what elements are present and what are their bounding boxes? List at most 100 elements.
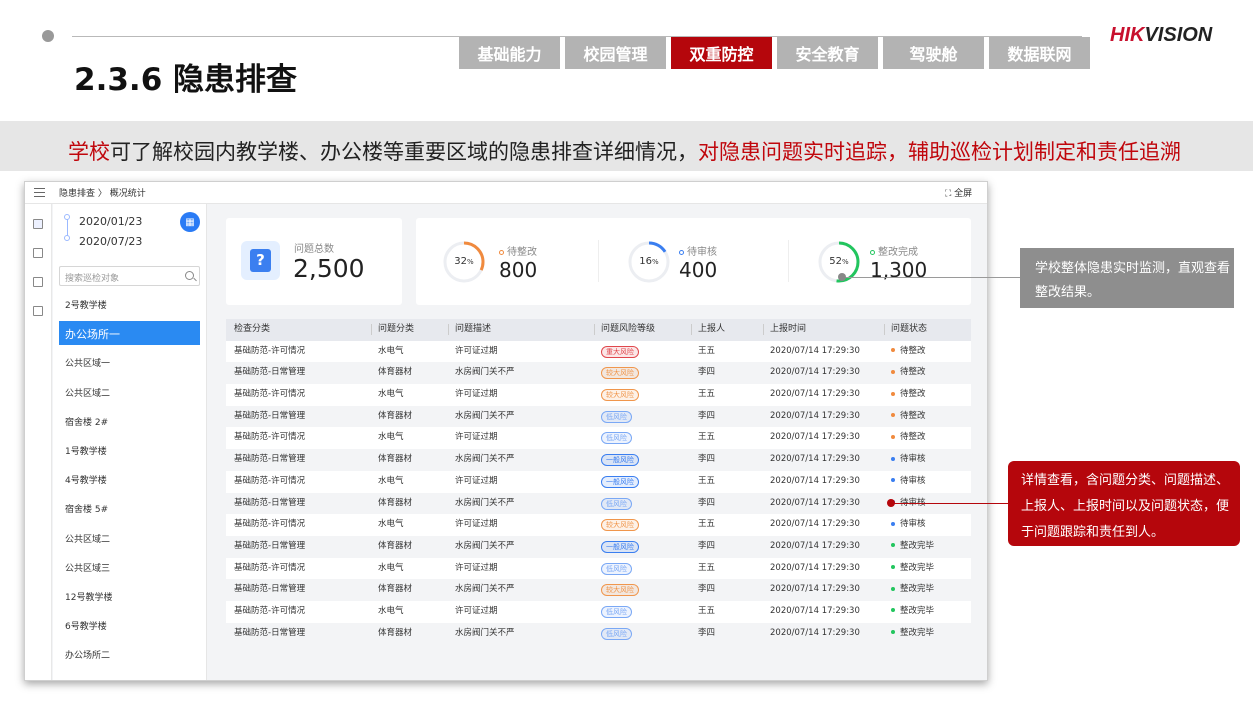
calendar-button[interactable]: ▦ bbox=[180, 212, 200, 232]
table-cell: 2020/07/14 17:29:30 bbox=[770, 454, 860, 465]
table-cell: 水房阀门关不严 bbox=[455, 497, 515, 508]
table-cell: 李四 bbox=[698, 627, 716, 638]
table-cell: 2020/07/14 17:29:30 bbox=[770, 540, 860, 551]
table-cell: 基础防范-许可情况 bbox=[234, 345, 306, 356]
table-row[interactable]: 基础防范-日常管理 体育器材 水房阀门关不严 较大风险 李四 2020/07/14 17:… bbox=[226, 579, 971, 601]
column-header[interactable]: 问题状态 bbox=[891, 319, 927, 341]
risk-badge: 较大风险 bbox=[601, 584, 639, 597]
column-header[interactable]: 问题描述 bbox=[455, 319, 491, 341]
table-cell: 水电气 bbox=[378, 475, 404, 486]
status-dot-icon bbox=[891, 586, 895, 591]
table-row[interactable]: 基础防范-日常管理 体育器材 水房阀门关不严 低风险 李四 2020/07/14 17:2… bbox=[226, 622, 971, 645]
risk-badge: 低风险 bbox=[601, 432, 632, 445]
sidebar-item[interactable]: 公共区域二 bbox=[59, 526, 200, 550]
callout-detail: 详情查看，含问题分类、问题描述、上报人、上报时间以及问题状态，便于问题跟踪和责任… bbox=[1008, 461, 1240, 546]
table-row[interactable]: 基础防范-许可情况 水电气 许可证过期 较大风险 王五 2020/07/14 17:29:… bbox=[226, 514, 971, 536]
table-row[interactable]: 基础防范-许可情况 水电气 许可证过期 一般风险 王五 2020/07/14 17:29:… bbox=[226, 470, 971, 493]
nav-tab[interactable]: 基础能力 bbox=[459, 37, 560, 69]
status-cell: 待整改 bbox=[891, 427, 926, 449]
banner-body: 可了解校园内教学楼、办公楼等重要区域的隐患排查详细情况， bbox=[110, 140, 698, 164]
sidebar-item[interactable]: 6号教学楼 bbox=[59, 613, 200, 637]
table-row[interactable]: 基础防范-日常管理 体育器材 水房阀门关不严 一般风险 李四 2020/07/14 17:… bbox=[226, 535, 971, 558]
risk-badge: 低风险 bbox=[601, 410, 632, 423]
banner-text: 学校可了解校园内教学楼、办公楼等重要区域的隐患排查详细情况，对隐患问题实时追踪，… bbox=[68, 136, 1181, 166]
table-row[interactable]: 基础防范-日常管理 体育器材 水房阀门关不严 较大风险 李四 2020/07/14 17:… bbox=[226, 362, 971, 385]
risk-badge: 较大风险 bbox=[601, 367, 639, 380]
date-end: 2020/07/23 bbox=[79, 235, 143, 248]
sidebar-item[interactable]: 12号教学楼 bbox=[59, 584, 200, 608]
table-cell: 2020/07/14 17:29:30 bbox=[770, 389, 860, 400]
divider bbox=[788, 240, 789, 282]
grid-icon[interactable] bbox=[33, 277, 43, 287]
table-cell: 许可证过期 bbox=[455, 562, 498, 573]
ring-percent: 16% bbox=[639, 256, 659, 267]
sidebar-item[interactable]: 公共区域三 bbox=[59, 555, 200, 579]
table-cell: 2020/07/14 17:29:30 bbox=[770, 475, 860, 486]
sidebar-item[interactable]: 宿舍楼 5# bbox=[59, 496, 200, 520]
table-cell: 水电气 bbox=[378, 519, 404, 530]
column-header[interactable]: 检查分类 bbox=[234, 319, 270, 341]
sidebar-item[interactable]: 2号教学楼 bbox=[59, 292, 200, 316]
risk-badge: 低风险 bbox=[601, 497, 632, 510]
grid-icon[interactable] bbox=[33, 219, 43, 229]
nav-tab[interactable]: 双重防控 bbox=[671, 37, 772, 69]
search-input[interactable]: 搜索巡检对象 bbox=[59, 266, 200, 286]
table-row[interactable]: 基础防范-许可情况 水电气 许可证过期 低风险 王五 2020/07/14 17:29:3… bbox=[226, 427, 971, 450]
table-row[interactable]: 基础防范-许可情况 水电气 许可证过期 较大风险 王五 2020/07/14 17:29:… bbox=[226, 384, 971, 406]
slide: 2.3.6 隐患排查 基础能力 校园管理 双重防控 安全教育 驾驶舱 数据联网 HIKVI… bbox=[0, 0, 1253, 703]
column-header[interactable]: 问题风险等级 bbox=[601, 319, 655, 341]
sidebar-item[interactable]: 1号教学楼 bbox=[59, 438, 200, 462]
sidebar-item[interactable]: 公共区域一 bbox=[59, 350, 200, 374]
table-header: 检查分类 问题分类 问题描述 问题风险等级 上报人 上报时间 问题状态 bbox=[226, 319, 971, 341]
nav-tab[interactable]: 安全教育 bbox=[777, 37, 878, 69]
sidebar-item[interactable]: 办公场所一 bbox=[59, 321, 200, 346]
table-row[interactable]: 基础防范-日常管理 体育器材 水房阀门关不严 低风险 李四 2020/07/14 17:2… bbox=[226, 492, 971, 515]
table-cell: 水房阀门关不严 bbox=[455, 410, 515, 421]
fullscreen-button[interactable]: ⛶ 全屏 bbox=[945, 186, 972, 199]
table-row[interactable]: 基础防范-许可情况 水电气 许可证过期 重大风险 王五 2020/07/14 17:29:… bbox=[226, 340, 971, 363]
status-cell: 整改完毕 bbox=[891, 579, 934, 601]
date-range[interactable]: 2020/01/23 2020/07/23 bbox=[79, 212, 142, 252]
column-header[interactable]: 上报时间 bbox=[770, 319, 806, 341]
grid-icon[interactable] bbox=[33, 248, 43, 258]
table-cell: 2020/07/14 17:29:30 bbox=[770, 432, 860, 443]
table-cell: 李四 bbox=[698, 540, 716, 551]
table-row[interactable]: 基础防范-日常管理 体育器材 水房阀门关不严 低风险 李四 2020/07/14 17:2… bbox=[226, 405, 971, 428]
table-cell: 水电气 bbox=[378, 562, 404, 573]
risk-badge: 较大风险 bbox=[601, 389, 639, 402]
table-cell: 体育器材 bbox=[378, 454, 413, 465]
status-cell: 待整改 bbox=[891, 362, 926, 384]
table-cell: 水房阀门关不严 bbox=[455, 584, 515, 595]
nav-tab[interactable]: 校园管理 bbox=[565, 37, 666, 69]
search-icon[interactable] bbox=[185, 271, 194, 280]
status-dot-icon bbox=[891, 456, 895, 461]
breadcrumb[interactable]: 隐患排查 〉 概况统计 bbox=[59, 186, 146, 199]
stat-value: 400 bbox=[679, 258, 718, 282]
table-row[interactable]: 基础防范-许可情况 水电气 许可证过期 低风险 王五 2020/07/14 17:29:3… bbox=[226, 600, 971, 623]
sidebar-item[interactable]: 宿舍楼 2# bbox=[59, 409, 200, 433]
sidebar-item[interactable]: 4号教学楼 bbox=[59, 467, 200, 491]
table-cell: 王五 bbox=[698, 519, 716, 530]
column-divider bbox=[448, 324, 449, 335]
table-cell: 李四 bbox=[698, 497, 716, 508]
status-dot-icon bbox=[499, 249, 504, 255]
table-cell: 基础防范-许可情况 bbox=[234, 432, 306, 443]
sidebar-item[interactable]: 办公场所二 bbox=[59, 642, 200, 666]
menu-icon[interactable] bbox=[34, 188, 45, 197]
nav-tab[interactable]: 数据联网 bbox=[989, 37, 1090, 69]
column-header[interactable]: 上报人 bbox=[698, 319, 725, 341]
table-cell: 许可证过期 bbox=[455, 432, 498, 443]
table-cell: 许可证过期 bbox=[455, 605, 498, 616]
nav-tab[interactable]: 驾驶舱 bbox=[883, 37, 984, 69]
column-header[interactable]: 问题分类 bbox=[378, 319, 414, 341]
table-row[interactable]: 基础防范-日常管理 体育器材 水房阀门关不严 一般风险 李四 2020/07/14 17:… bbox=[226, 449, 971, 471]
table-cell: 王五 bbox=[698, 475, 716, 486]
table-row[interactable]: 基础防范-许可情况 水电气 许可证过期 低风险 王五 2020/07/14 17:29:3… bbox=[226, 557, 971, 580]
table-cell: 体育器材 bbox=[378, 410, 413, 421]
date-start: 2020/01/23 bbox=[79, 215, 143, 228]
table-cell: 体育器材 bbox=[378, 627, 413, 638]
table-cell: 体育器材 bbox=[378, 540, 413, 551]
status-text: 待整改 bbox=[900, 345, 926, 356]
grid-icon[interactable] bbox=[33, 306, 43, 316]
sidebar-item[interactable]: 公共区域二 bbox=[59, 380, 200, 404]
